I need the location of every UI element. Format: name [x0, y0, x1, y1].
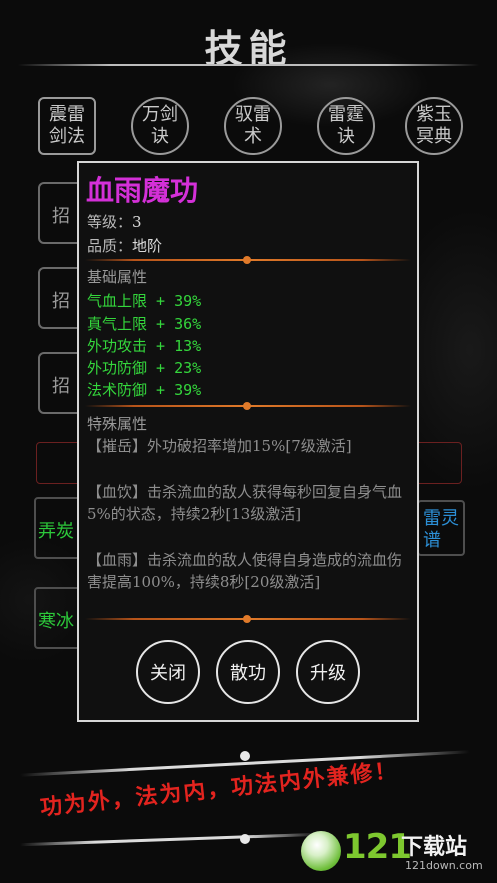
slot-label: 招: [52, 376, 70, 397]
stat-line: 真气上限 + 36%: [87, 315, 202, 333]
tab-skill-2[interactable]: 万剑诀: [131, 97, 189, 155]
upgrade-button[interactable]: 升级: [296, 640, 360, 704]
quality-row: 品质：地阶: [87, 235, 162, 256]
close-button[interactable]: 关闭: [136, 640, 200, 704]
brush-dot: [240, 834, 250, 844]
watermark-logo: 121 下载站 121down.com: [297, 823, 487, 877]
tab-label: 震雷剑法: [49, 104, 85, 147]
slot-label: 寒冰: [38, 611, 74, 632]
slot-label: 雷灵谱: [423, 508, 459, 551]
button-label: 散功: [230, 663, 266, 684]
tab-label: 万剑诀: [142, 104, 178, 147]
tab-label: 紫玉冥典: [416, 104, 452, 147]
slot-label: 弄炭: [38, 521, 74, 542]
tab-skill-1[interactable]: 震雷剑法: [38, 97, 96, 155]
divider-3: [85, 615, 411, 623]
logo-text: 下载站: [401, 835, 468, 860]
divider-2: [85, 402, 411, 410]
tab-skill-5[interactable]: 紫玉冥典: [405, 97, 463, 155]
technique-slot-right[interactable]: 雷灵谱: [417, 500, 465, 556]
special-effect: 【摧岳】外功破招率增加15%[7级激活]: [87, 437, 352, 455]
button-label: 关闭: [150, 663, 186, 684]
background-bar-right: [412, 442, 462, 484]
special-effect: 【血雨】击杀流血的敌人使得自身造成的流血伤害提高100%，持续8秒[20级激活]: [87, 551, 403, 591]
divider-1: [85, 256, 411, 264]
tab-skill-4[interactable]: 雷霆诀: [317, 97, 375, 155]
stat-line: 气血上限 + 39%: [87, 292, 202, 310]
stat-line: 法术防御 + 39%: [87, 381, 202, 399]
tab-skill-3[interactable]: 驭雷术: [224, 97, 282, 155]
logo-ball-icon: [301, 831, 341, 871]
skill-name: 血雨魔功: [86, 174, 199, 207]
quality-label: 品质：: [87, 237, 133, 255]
stat-line: 外功防御 + 23%: [87, 359, 202, 377]
stat-line: 外功攻击 + 13%: [87, 337, 202, 355]
tab-label: 雷霆诀: [328, 104, 364, 147]
tab-label: 驭雷术: [235, 104, 271, 147]
slot-label: 招: [52, 206, 70, 227]
skill-detail-popup: 血雨魔功 等级：3 品质：地阶 基础属性 气血上限 + 39% 真气上限 + 3…: [77, 161, 419, 722]
title-underline: [18, 64, 479, 66]
base-attr-heading: 基础属性: [87, 268, 148, 286]
slot-label: 招: [52, 291, 70, 312]
level-value: 3: [132, 213, 142, 231]
disperse-button[interactable]: 散功: [216, 640, 280, 704]
button-label: 升级: [310, 663, 346, 684]
special-effect: 【血饮】击杀流血的敌人获得每秒回复自身气血5%的状态，持续2秒[13级激活]: [87, 483, 403, 523]
level-label: 等级：: [87, 213, 133, 231]
quality-value: 地阶: [132, 237, 163, 255]
level-row: 等级：3: [87, 211, 142, 232]
brush-dot: [240, 751, 250, 761]
special-attr-heading: 特殊属性: [87, 415, 148, 433]
logo-url: 121down.com: [405, 859, 483, 872]
